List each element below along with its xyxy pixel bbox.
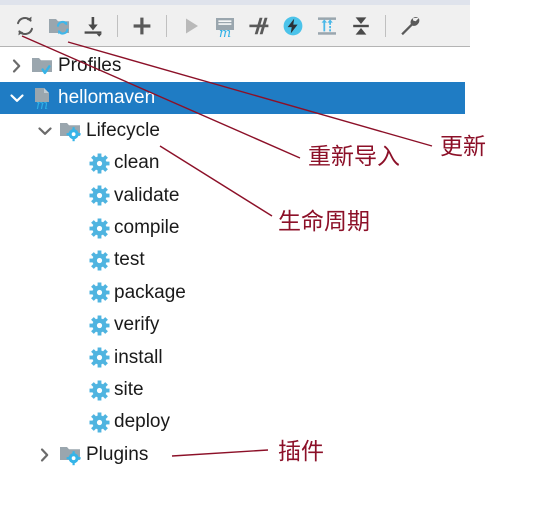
tree-row-content: compile — [60, 212, 179, 244]
tree-node-label: validate — [114, 184, 180, 206]
tree-node-label: Profiles — [58, 55, 122, 76]
chevron-right-icon[interactable] — [32, 439, 58, 471]
tree-row-content: site — [60, 374, 144, 406]
maven-settings-icon[interactable] — [393, 9, 427, 43]
separator-2 — [166, 14, 167, 37]
tree-row-content: Plugins — [32, 439, 148, 471]
maven-toolbar: m — [0, 0, 470, 47]
twisty-placeholder — [60, 342, 86, 374]
reimport-icon[interactable] — [8, 9, 42, 43]
gear-icon — [86, 374, 112, 406]
tree-row-content: Lifecycle — [32, 115, 160, 147]
gear-icon — [86, 309, 112, 341]
twisty-placeholder — [60, 212, 86, 244]
tree-row-content: install — [60, 342, 163, 374]
tree-row-content: validate — [60, 180, 180, 212]
tree-node-label: compile — [114, 217, 180, 238]
tree-row-content: m hellomaven — [4, 82, 155, 114]
execute-goal-icon[interactable]: m — [208, 9, 242, 43]
tree-node-label: test — [114, 249, 145, 271]
separator-1 — [117, 14, 118, 37]
tree-row-hellomaven[interactable]: m hellomaven — [0, 82, 555, 115]
tree-row-package[interactable]: package — [0, 277, 555, 309]
gear-icon — [86, 180, 112, 212]
tree-row-content: Profiles — [4, 50, 121, 82]
separator-3 — [385, 14, 386, 37]
tree-row-content: clean — [60, 147, 159, 179]
tree-row-test[interactable]: test — [0, 244, 555, 276]
gear-icon — [86, 406, 112, 438]
twisty-placeholder — [60, 147, 86, 179]
twisty-placeholder — [60, 277, 86, 309]
tree-node-label: hellomaven — [58, 87, 156, 109]
tree-node-label: Plugins — [86, 443, 149, 465]
tree-row-deploy[interactable]: deploy — [0, 406, 555, 438]
twisty-placeholder — [60, 374, 86, 406]
run-icon[interactable] — [174, 9, 208, 43]
toggle-skip-tests-icon[interactable] — [242, 9, 276, 43]
tree-row-lifecycle[interactable]: Lifecycle — [0, 115, 555, 147]
twisty-placeholder — [60, 244, 86, 276]
folder-gear-icon — [58, 115, 84, 147]
tree-row-content: package — [60, 277, 186, 309]
maven-module-icon: m — [30, 82, 56, 114]
chevron-right-icon[interactable] — [4, 50, 30, 82]
tree-row-profiles[interactable]: Profiles — [0, 50, 555, 82]
download-sources-icon[interactable] — [76, 9, 110, 43]
gear-icon — [86, 147, 112, 179]
svg-text:m: m — [36, 98, 48, 110]
chevron-down-icon[interactable] — [32, 115, 58, 147]
folder-check-icon — [30, 50, 56, 82]
tree-node-label: Lifecycle — [86, 119, 160, 141]
tree-node-label: verify — [114, 314, 160, 336]
folder-gear-icon — [58, 439, 84, 471]
twisty-placeholder — [60, 406, 86, 438]
tree-row-content: deploy — [60, 406, 170, 438]
twisty-placeholder — [60, 309, 86, 341]
svg-text:m: m — [219, 26, 231, 38]
gear-icon — [86, 244, 112, 276]
tree-node-label: package — [114, 281, 186, 303]
chevron-down-icon[interactable] — [4, 82, 30, 114]
tree-row-verify[interactable]: verify — [0, 309, 555, 341]
gear-icon — [86, 277, 112, 309]
tree-row-validate[interactable]: validate — [0, 180, 555, 212]
gear-icon — [86, 342, 112, 374]
tree-row-content: test — [60, 244, 145, 276]
gear-icon — [86, 212, 112, 244]
tree-row-site[interactable]: site — [0, 374, 555, 406]
show-dependencies-icon[interactable] — [310, 9, 344, 43]
tree-row-content: verify — [60, 309, 159, 341]
tree-row-compile[interactable]: compile — [0, 212, 555, 244]
tree-row-install[interactable]: install — [0, 342, 555, 374]
tree-node-label: site — [114, 379, 144, 400]
twisty-placeholder — [60, 180, 86, 212]
add-maven-project-icon[interactable] — [125, 9, 159, 43]
toggle-offline-icon[interactable] — [276, 9, 310, 43]
tree-node-label: clean — [114, 152, 160, 174]
collapse-all-icon[interactable] — [344, 9, 378, 43]
maven-projects-tree[interactable]: Profiles m hellomaven Lifecycle clean validat… — [0, 47, 555, 501]
generate-sources-icon[interactable] — [42, 9, 76, 43]
tree-node-label: install — [114, 346, 163, 368]
tree-node-label: deploy — [114, 411, 170, 433]
tree-row-plugins[interactable]: Plugins — [0, 439, 555, 471]
toolbar-button-group: m — [0, 5, 470, 46]
tree-row-clean[interactable]: clean — [0, 147, 555, 179]
